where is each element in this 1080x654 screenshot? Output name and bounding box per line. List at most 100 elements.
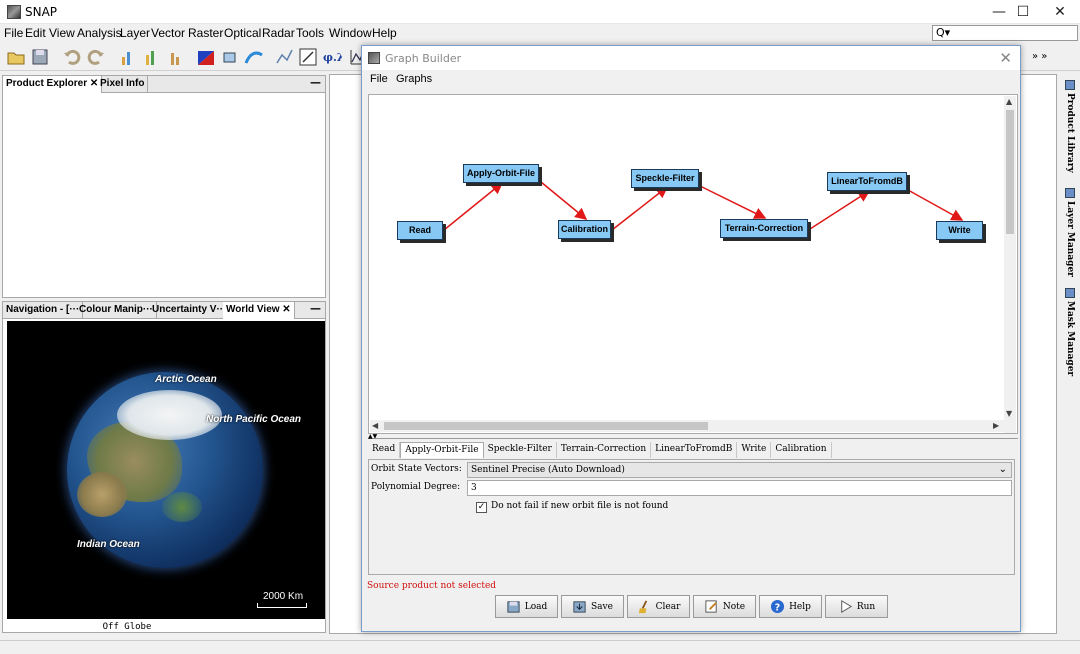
node-read[interactable]: Read [397,221,443,240]
window-title: SNAP [25,5,58,19]
tab-pixel-info[interactable]: Pixel Info [97,76,149,93]
vertical-scroll-thumb[interactable] [1006,110,1014,234]
layer-icon[interactable] [220,47,240,67]
menu-layer[interactable]: Layer [120,26,150,40]
status-message: Source product not selected [367,581,497,591]
load-icon [507,601,520,613]
colour-manipulation-icon[interactable] [196,47,216,67]
edge-terrain-to-linear [809,190,871,230]
dialog-menu-file[interactable]: File [370,73,388,85]
world-view-panel: Navigation - [··· Colour Manip··· Uncert… [2,301,326,633]
tab-write[interactable]: Write [737,442,772,458]
tab-speckle-filter[interactable]: Speckle-Filter [484,442,557,458]
menu-help[interactable]: Help [372,26,397,40]
do-not-fail-checkbox[interactable]: ✓ [476,502,487,513]
world-view-tabstrip: Navigation - [··· Colour Manip··· Uncert… [3,302,325,319]
menu-window[interactable]: Window [329,26,372,40]
phi-lambda-icon[interactable]: φ.λ [322,47,342,67]
menu-radar[interactable]: Radar [262,26,295,40]
operator-tabs: Read Apply-Orbit-File Speckle-Filter Ter… [368,442,832,458]
graph-canvas[interactable]: Read Apply-Orbit-File Calibration Speckl… [368,94,1018,434]
node-speckle-filter[interactable]: Speckle-Filter [631,169,699,188]
close-button[interactable]: ✕ [1037,0,1080,24]
product-library-tab[interactable]: Product Library [1062,80,1078,173]
menu-raster[interactable]: Raster [188,26,223,40]
product-library-label: Product Library [1065,93,1075,173]
save-button[interactable]: Save [561,595,624,618]
tab-read[interactable]: Read [368,442,401,458]
search-input[interactable]: Q▾ [932,25,1078,41]
mask-manager-label: Mask Manager [1065,301,1075,377]
tab-terrain-correction[interactable]: Terrain-Correction [557,442,652,458]
clear-button[interactable]: Clear [627,595,690,618]
polyline-tool-icon[interactable] [274,47,294,67]
menu-tools[interactable]: Tools [296,26,324,40]
band-maths-icon[interactable] [118,47,138,67]
tab-navigation[interactable]: Navigation - [··· [3,302,84,319]
node-calibration[interactable]: Calibration [558,220,611,239]
scroll-left-arrow-icon[interactable]: ◀ [372,421,378,430]
note-label: Note [722,601,746,612]
toolbar-overflow-icon[interactable]: » » [1032,51,1047,62]
edge-orbit-to-calibration [540,181,588,220]
note-icon [705,600,717,613]
layer-manager-tab[interactable]: Layer Manager [1062,188,1078,277]
dialog-menu-graphs[interactable]: Graphs [396,73,432,85]
svg-text:?: ? [775,602,780,613]
tab-calibration[interactable]: Calibration [771,442,832,458]
menu-optical[interactable]: Optical [224,26,261,40]
dialog-close-button[interactable]: ✕ [999,49,1012,67]
menu-analysis[interactable]: Analysis [77,26,122,40]
product-explorer-panel: Product Explorer ✕ Pixel Info — [2,75,326,298]
scroll-right-arrow-icon[interactable]: ▶ [993,421,999,430]
minimize-panel-button[interactable]: — [310,302,321,315]
world-view-canvas[interactable]: Arctic Ocean North Pacific Ocean Indian … [7,321,325,619]
indonesia-landmass [162,492,202,522]
node-linear-to-fromdb[interactable]: LinearToFromdB [827,172,907,191]
mask-manager-tab[interactable]: Mask Manager [1062,288,1078,376]
help-button[interactable]: ? Help [759,595,822,618]
tab-colour-manipulation[interactable]: Colour Manip··· [76,302,157,319]
chevron-down-icon[interactable]: ⌄ [999,464,1007,475]
redo-icon[interactable] [86,47,106,67]
split-collapse-icon[interactable]: ▲▼ [368,433,377,440]
spectrum-icon[interactable] [142,47,162,67]
tab-world-view[interactable]: World View ✕ [223,302,295,319]
node-terrain-correction[interactable]: Terrain-Correction [720,219,808,238]
edge-read-to-orbit [443,182,504,231]
graph-connections [443,181,964,231]
open-product-icon[interactable] [6,47,26,67]
menu-file[interactable]: File [4,26,23,40]
node-write[interactable]: Write [936,221,983,240]
help-icon: ? [771,599,785,613]
minimize-panel-button[interactable]: — [310,76,321,89]
draw-line-tool-icon[interactable] [298,47,318,67]
tab-apply-orbit-file[interactable]: Apply-Orbit-File [400,442,484,458]
menu-edit[interactable]: Edit [25,26,46,40]
scroll-down-arrow-icon[interactable]: ▼ [1006,409,1012,418]
menu-view[interactable]: View [49,26,75,40]
note-button[interactable]: Note [693,595,756,618]
node-apply-orbit-file[interactable]: Apply-Orbit-File [463,164,539,183]
tab-uncertainty-visualisation[interactable]: Uncertainty V··· [149,302,231,319]
dialog-title-bar: Graph Builder ✕ [362,46,1020,70]
dialog-button-bar: Load Save Clear Note ? Help Run [495,595,888,618]
run-button[interactable]: Run [825,595,888,618]
polynomial-degree-field[interactable]: 3 [467,480,1012,496]
graph-horizontal-scrollbar[interactable]: ◀ ▶ [370,420,1004,432]
save-product-icon[interactable] [30,47,50,67]
undo-icon[interactable] [62,47,82,67]
menu-bar: File Edit View Analysis Layer Vector Ras… [0,24,1080,42]
split-pane-divider[interactable]: ▲▼ [368,433,1018,441]
tab-linear-to-fromdb[interactable]: LinearToFromdB [651,442,738,458]
load-button[interactable]: Load [495,595,558,618]
wave-icon[interactable] [244,47,264,67]
menu-vector[interactable]: Vector [151,26,185,40]
orbit-state-vectors-select[interactable]: Sentinel Precise (Auto Download) ⌄ [467,462,1012,478]
horizontal-scroll-thumb[interactable] [384,422,708,430]
tab-product-explorer[interactable]: Product Explorer ✕ [3,76,103,93]
scroll-up-arrow-icon[interactable]: ▲ [1006,97,1012,106]
histogram-icon[interactable] [166,47,186,67]
graph-vertical-scrollbar[interactable]: ▲ ▼ [1004,96,1016,433]
search-icon: Q▾ [936,26,951,39]
